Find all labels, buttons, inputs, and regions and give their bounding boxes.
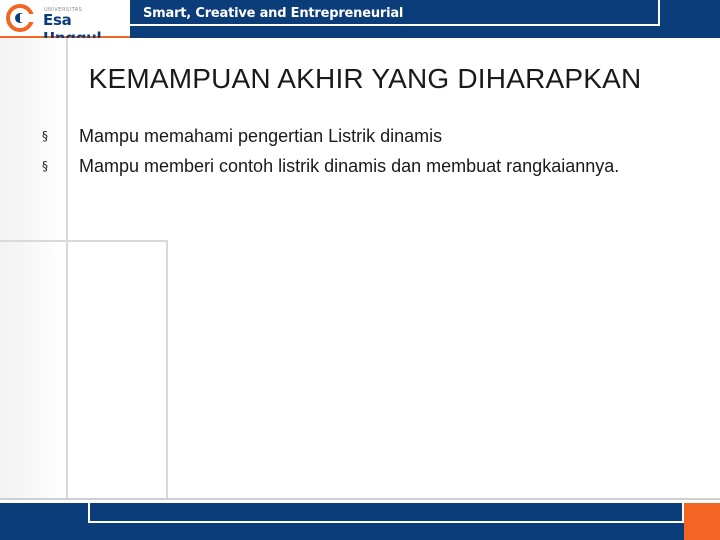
slide-background <box>0 38 720 498</box>
slide-title: KEMAMPUAN AKHIR YANG DIHARAPKAN <box>88 63 642 94</box>
decor-line <box>66 38 68 498</box>
bullet-marker-icon: § <box>42 129 48 143</box>
footer-divider <box>0 498 720 500</box>
university-logo: UNIVERSITAS Esa Unggul <box>0 0 130 47</box>
bullet-marker-icon: § <box>42 159 48 173</box>
footer-frame <box>88 503 684 523</box>
footer-accent <box>684 503 720 540</box>
bullet-text: Mampu memberi contoh listrik dinamis dan… <box>79 156 620 176</box>
bullet-text: Mampu memahami pengertian Listrik dinami… <box>79 126 443 146</box>
decor-line <box>0 240 168 242</box>
logo-emblem-icon <box>6 4 34 32</box>
decor-line <box>166 240 168 498</box>
bullet-list: § Mampu memahami pengertian Listrik dina… <box>42 124 702 184</box>
list-item: § Mampu memahami pengertian Listrik dina… <box>42 124 702 154</box>
list-item: § Mampu memberi contoh listrik dinamis d… <box>42 154 702 184</box>
tagline: Smart, Creative and Entrepreneurial <box>143 6 404 21</box>
